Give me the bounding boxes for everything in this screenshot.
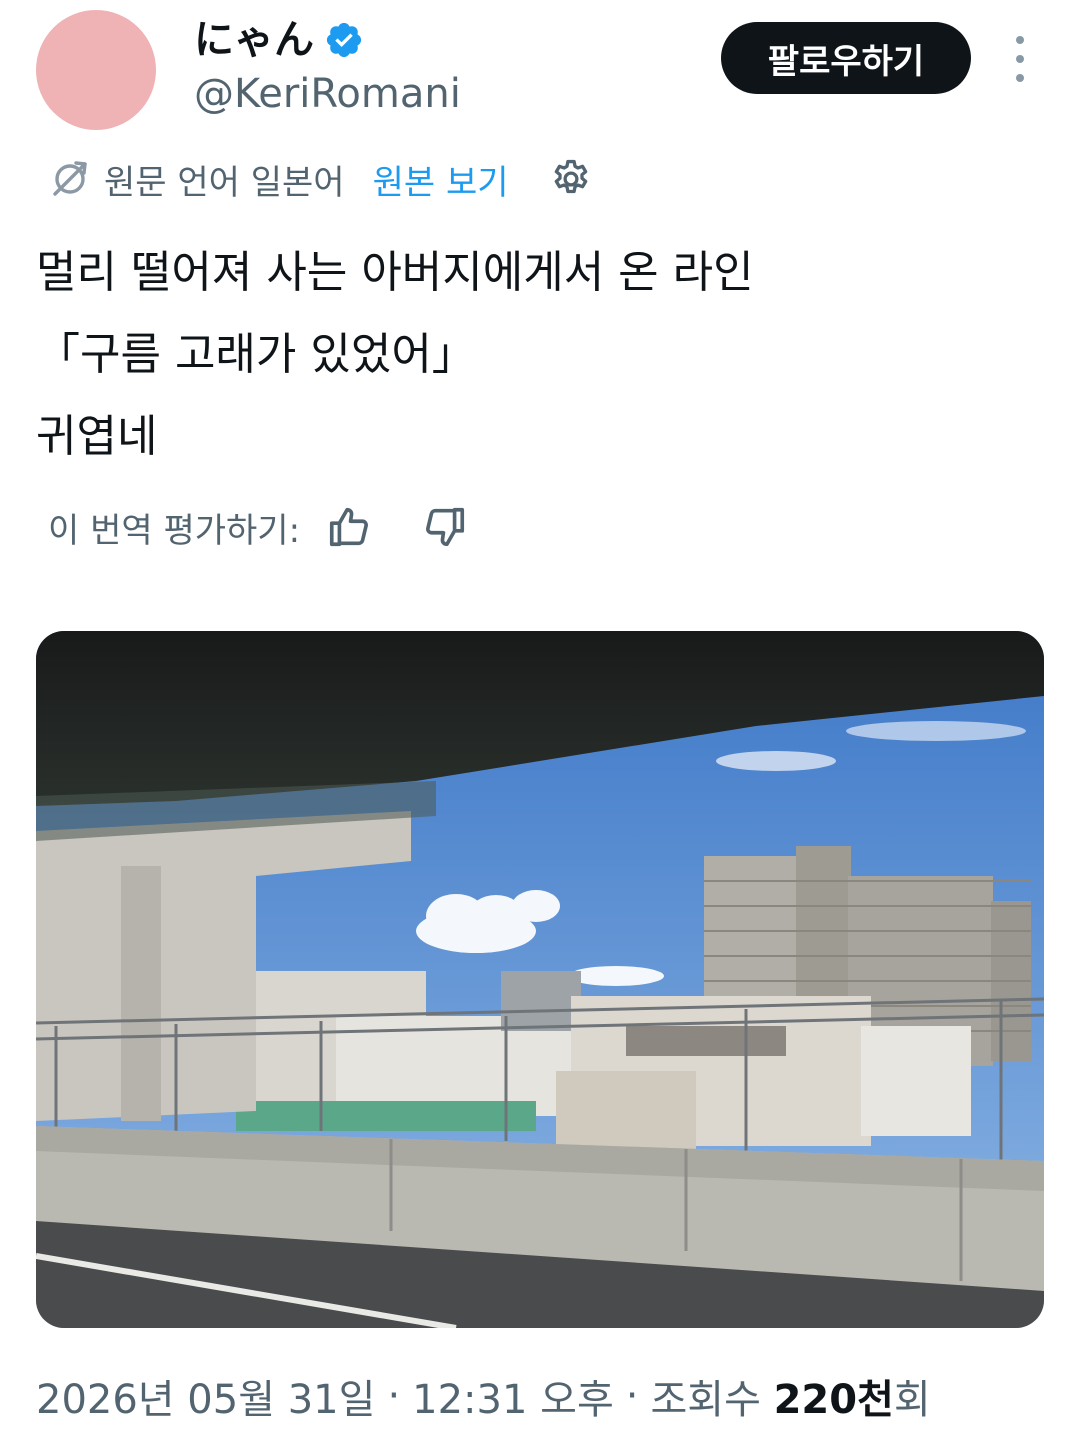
tweet-time[interactable]: 12:31 오후: [412, 1367, 614, 1425]
tweet-photo[interactable]: [36, 631, 1044, 1328]
user-handle[interactable]: @KeriRomani: [194, 70, 461, 118]
views-prefix: 조회수: [650, 1377, 761, 1423]
views-suffix: 회: [893, 1377, 931, 1423]
verified-badge-icon: [326, 22, 362, 58]
more-vertical-icon[interactable]: [1004, 36, 1036, 82]
rating-label: 이 번역 평가하기:: [48, 510, 301, 551]
view-original-link[interactable]: 원본 보기: [373, 155, 509, 204]
follow-button[interactable]: 팔로우하기: [721, 22, 971, 94]
views-count: 220천: [773, 1377, 894, 1423]
meta-separator: ·: [625, 1373, 639, 1419]
meta-separator: ·: [387, 1373, 401, 1419]
source-language-label: 원문 언어 일본어: [104, 162, 345, 203]
tweet-date[interactable]: 2026년 05월 31일: [36, 1367, 375, 1425]
thumbs-down-icon[interactable]: [422, 504, 468, 550]
tweet-text: 멀리 떨어져 사는 아버지에게서 온 라인 「구름 고래가 있었어」 귀엽네: [36, 247, 754, 462]
photo-sky-through-car-window: [36, 631, 1044, 1328]
avatar[interactable]: [36, 10, 156, 130]
display-name[interactable]: にゃん: [194, 14, 314, 66]
translation-rating-row: 이 번역 평가하기:: [48, 500, 468, 554]
translation-row: 원문 언어 일본어 원본 보기: [50, 152, 593, 206]
display-name-row: にゃん: [194, 14, 364, 66]
translate-icon: [53, 161, 87, 196]
tweet-meta-row: 2026년 05월 31일 · 12:31 오후 · 조회수 220천 회: [36, 1368, 931, 1424]
gear-icon[interactable]: [549, 157, 593, 201]
thumbs-up-icon[interactable]: [326, 504, 372, 550]
